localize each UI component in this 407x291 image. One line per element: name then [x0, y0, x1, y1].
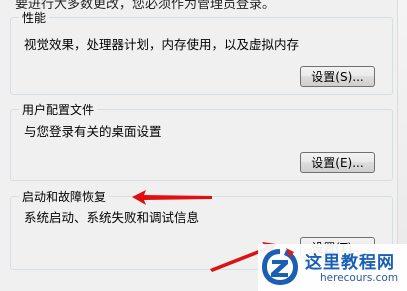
- admin-notice-text: 要进行大多数更改，您必须作为管理员登录。: [15, 0, 276, 12]
- performance-group-title: 性能: [19, 9, 50, 26]
- startup-recovery-group-title: 启动和故障恢复: [19, 188, 110, 205]
- watermark-title: 这里教程网: [305, 253, 395, 273]
- user-profiles-group: 用户配置文件 与您登录有关的桌面设置 设置(E)...: [10, 101, 393, 181]
- user-profiles-description: 与您登录有关的桌面设置: [24, 124, 162, 139]
- performance-description: 视觉效果，处理器计划，内存使用，以及虚拟内存: [24, 37, 300, 52]
- user-profiles-settings-button[interactable]: 设置(E)...: [300, 152, 375, 173]
- startup-recovery-description: 系统启动、系统失败和调试信息: [24, 210, 200, 225]
- annotation-arrow-icon: [132, 190, 212, 205]
- performance-group: 性能 视觉效果，处理器计划，内存使用，以及虚拟内存 设置(S)...: [10, 9, 393, 95]
- performance-settings-button[interactable]: 设置(S)...: [300, 66, 375, 87]
- z-logo-icon: [262, 248, 298, 285]
- watermark-url: herecours.com: [320, 272, 399, 284]
- user-profiles-group-title: 用户配置文件: [19, 101, 98, 118]
- site-watermark: 这里教程网 herecours.com: [258, 244, 407, 291]
